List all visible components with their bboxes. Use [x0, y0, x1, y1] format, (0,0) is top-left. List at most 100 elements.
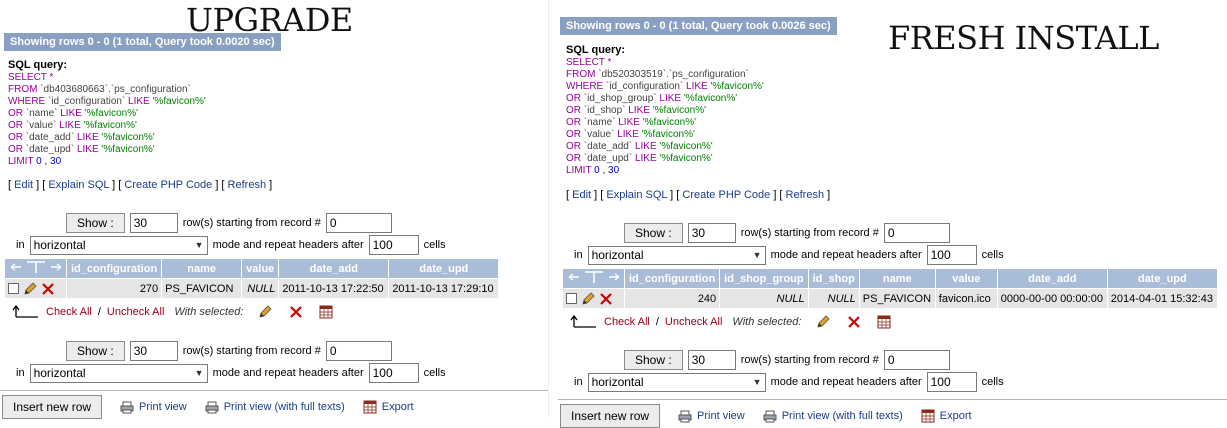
export-table-icon[interactable] — [877, 315, 891, 329]
column-header[interactable]: id_configuration — [65, 258, 163, 279]
delete-x-icon[interactable] — [289, 305, 303, 319]
sql-token: `id_shop` — [583, 105, 629, 116]
multi-row-actions: Check All / Uncheck All With selected: — [570, 314, 891, 330]
delete-x-icon[interactable] — [599, 292, 613, 306]
show-button[interactable]: Show : — [66, 213, 125, 233]
repeat-headers-input[interactable]: 100 — [926, 245, 977, 265]
uncheck-all-link[interactable]: Uncheck All — [665, 316, 722, 328]
edit-link[interactable]: Edit — [14, 179, 33, 191]
sql-line: OR `date_add` LIKE '%favicon%' — [566, 141, 764, 153]
rows-count-input[interactable]: 30 — [129, 341, 178, 361]
column-header[interactable]: value — [934, 268, 998, 289]
sql-token: WHERE — [8, 96, 48, 107]
sql-line: OR `date_add` LIKE '%favicon%' — [8, 132, 206, 144]
delete-x-icon[interactable] — [847, 315, 861, 329]
top-navigation-form: Show : 30 row(s) starting from record # … — [16, 212, 446, 256]
print-view-link[interactable]: Print view — [120, 401, 187, 414]
sql-line: OR `id_shop` LIKE '%favicon%' — [566, 105, 764, 117]
row-controls — [4, 278, 67, 299]
create-php-code-link[interactable]: Create PHP Code — [124, 179, 212, 191]
display-mode-select[interactable]: horizontal ▼ — [29, 235, 208, 255]
print-view-full-label: Print view (with full texts) — [223, 401, 345, 413]
column-header[interactable]: name — [161, 258, 243, 279]
repeat-headers-input[interactable]: 100 — [368, 235, 419, 255]
rows-count-input[interactable]: 30 — [687, 350, 736, 370]
sql-line: WHERE `id_configuration` LIKE '%favicon%… — [8, 96, 206, 108]
sort-arrows-header[interactable] — [562, 268, 625, 289]
repeat-headers-input[interactable]: 100 — [368, 363, 419, 383]
sql-token: SELECT — [8, 72, 47, 83]
sql-token: LIKE — [617, 129, 642, 140]
rows-count-input[interactable]: 30 — [129, 213, 178, 233]
print-view-link[interactable]: Print view — [678, 410, 745, 423]
show-button[interactable]: Show : — [66, 341, 125, 361]
print-view-full-link[interactable]: Print view (with full texts) — [763, 410, 903, 423]
table-header-row: id_configuration name value date_add dat… — [4, 258, 500, 279]
display-mode-value: horizontal — [33, 366, 86, 380]
table-header-row: id_configuration id_shop_group id_shop n… — [562, 268, 1218, 289]
column-header[interactable]: id_configuration — [623, 268, 721, 289]
column-header[interactable]: value — [241, 258, 280, 279]
export-table-icon[interactable] — [319, 305, 333, 319]
refresh-link[interactable]: Refresh — [228, 179, 267, 191]
column-header[interactable]: id_shop — [807, 268, 860, 289]
bottom-navigation-form: Show : 30 row(s) starting from record # … — [574, 349, 1004, 393]
repeat-headers-input[interactable]: 100 — [926, 372, 977, 392]
in-label: in — [16, 367, 25, 379]
pencil-icon[interactable] — [22, 281, 38, 296]
pencil-icon[interactable] — [257, 304, 273, 320]
column-header[interactable]: date_add — [278, 258, 390, 279]
sql-token: `date_upd` — [583, 153, 635, 164]
uncheck-all-link[interactable]: Uncheck All — [107, 306, 164, 318]
row-checkbox[interactable] — [8, 283, 19, 294]
column-header[interactable]: date_upd — [1106, 268, 1218, 289]
show-button[interactable]: Show : — [624, 223, 683, 243]
multi-row-actions: Check All / Uncheck All With selected: — [12, 304, 333, 320]
delete-x-icon[interactable] — [41, 282, 55, 296]
check-all-link[interactable]: Check All — [46, 306, 92, 318]
column-header[interactable]: date_upd — [388, 258, 500, 279]
create-php-code-link[interactable]: Create PHP Code — [682, 189, 770, 201]
row-checkbox[interactable] — [566, 293, 577, 304]
export-link[interactable]: Export — [363, 400, 414, 414]
start-record-input[interactable]: 0 — [325, 213, 392, 233]
column-header[interactable]: id_shop_group — [719, 268, 809, 289]
display-mode-select[interactable]: horizontal ▼ — [587, 245, 766, 265]
pencil-icon[interactable] — [815, 314, 831, 330]
sql-token: OR — [566, 141, 584, 152]
export-label: Export — [381, 401, 414, 413]
display-mode-select[interactable]: horizontal ▼ — [29, 363, 208, 383]
sql-token: `name` — [25, 108, 61, 119]
explain-sql-link[interactable]: Explain SQL — [606, 189, 667, 201]
check-all-link[interactable]: Check All — [604, 316, 650, 328]
rows-count-input[interactable]: 30 — [687, 223, 736, 243]
sort-arrows-header[interactable] — [4, 258, 67, 279]
column-header[interactable]: name — [858, 268, 936, 289]
pencil-icon[interactable] — [580, 291, 596, 306]
print-view-full-link[interactable]: Print view (with full texts) — [205, 401, 345, 414]
refresh-link[interactable]: Refresh — [786, 189, 825, 201]
sql-line: OR `value` LIKE '%favicon%' — [566, 129, 764, 141]
explain-sql-link[interactable]: Explain SQL — [48, 179, 109, 191]
column-header[interactable]: date_add — [996, 268, 1108, 289]
sql-token: LIKE — [686, 81, 711, 92]
sql-token: `date_add` — [25, 132, 77, 143]
display-mode-select[interactable]: horizontal ▼ — [587, 372, 766, 392]
print-view-label: Print view — [697, 410, 745, 422]
sql-line: SELECT * — [8, 72, 206, 84]
sql-line: LIMIT 0 , 30 — [8, 156, 206, 168]
sql-token: '%favicon%' — [152, 96, 206, 107]
start-record-input[interactable]: 0 — [325, 341, 392, 361]
insert-new-row-button[interactable]: Insert new row — [2, 395, 103, 419]
start-record-input[interactable]: 0 — [883, 350, 950, 370]
sql-line: OR `value` LIKE '%favicon%' — [8, 120, 206, 132]
sql-token: '%favicon%' — [641, 129, 695, 140]
cell-name: PS_FAVICON — [161, 278, 243, 299]
sql-token: `date_upd` — [25, 144, 77, 155]
show-button[interactable]: Show : — [624, 350, 683, 370]
sort-arrows-icon — [10, 261, 61, 273]
insert-new-row-button[interactable]: Insert new row — [560, 404, 661, 428]
edit-link[interactable]: Edit — [572, 189, 591, 201]
export-link[interactable]: Export — [921, 409, 972, 423]
start-record-input[interactable]: 0 — [883, 223, 950, 243]
